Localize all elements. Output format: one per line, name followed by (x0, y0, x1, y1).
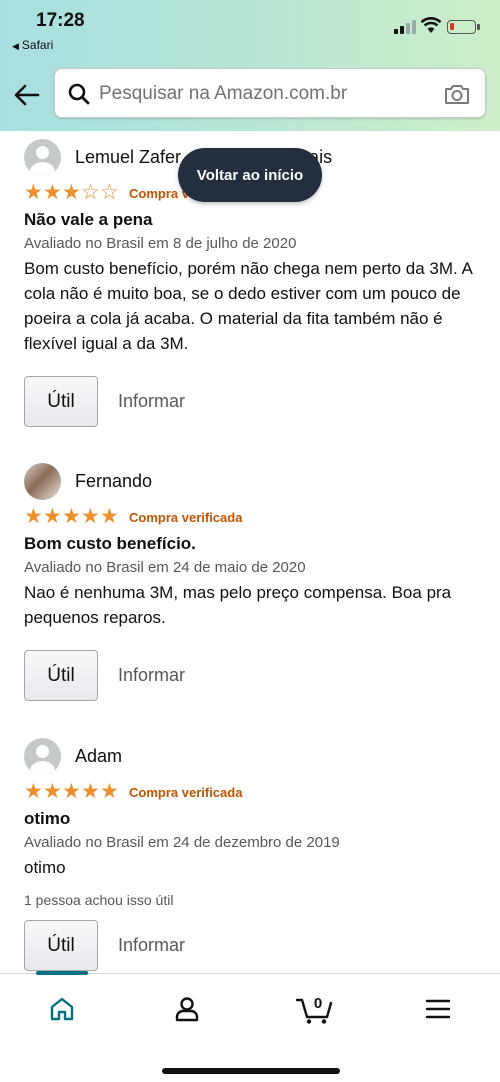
menu-icon (425, 999, 451, 1019)
back-to-top-button[interactable]: Voltar ao início (178, 148, 322, 202)
star-rating: ★ ★ ★ ☆ ☆ (24, 181, 119, 204)
rating-row: ★ ★ ★ ★ ★ Compra verificada (24, 781, 480, 803)
helpful-count: 1 pessoa achou isso útil (24, 892, 174, 908)
review-item: Adam ★ ★ ★ ★ ★ Compra verificada otimo A… (24, 737, 480, 971)
star-empty-icon: ☆ (81, 181, 100, 204)
star-filled-icon: ★ (24, 505, 43, 528)
review-title: Bom custo benefício. (24, 534, 196, 553)
star-empty-icon: ☆ (100, 181, 119, 204)
helpful-button[interactable]: Útil (24, 376, 98, 427)
active-tab-indicator (36, 971, 88, 975)
back-to-safari[interactable]: ◀ Safari (12, 38, 53, 52)
star-filled-icon: ★ (100, 780, 119, 803)
nav-menu[interactable] (418, 992, 458, 1026)
star-filled-icon: ★ (62, 780, 81, 803)
star-filled-icon: ★ (62, 181, 81, 204)
star-filled-icon: ★ (100, 505, 119, 528)
star-filled-icon: ★ (24, 780, 43, 803)
review-author: Fernando (24, 462, 480, 500)
nav-account[interactable] (167, 992, 207, 1026)
review-actions: Útil Informar (24, 650, 480, 701)
author-name: Adam (75, 745, 123, 766)
back-triangle-icon: ◀ (12, 41, 19, 51)
review-title: Não vale a pena (24, 210, 153, 229)
nav-cart[interactable]: 0 (292, 992, 338, 1026)
nav-home[interactable] (42, 992, 82, 1026)
verified-badge: Compra v (129, 185, 189, 201)
review-title: otimo (24, 809, 71, 828)
top-header: 17:28 ◀ Safari Pesquisar na Amazon.com.br (0, 0, 500, 131)
star-filled-icon: ★ (81, 505, 100, 528)
report-link[interactable]: Informar (118, 665, 185, 686)
review-date: Avaliado no Brasil em 24 de maio de 2020 (24, 559, 306, 576)
search-bar[interactable]: Pesquisar na Amazon.com.br (54, 68, 486, 118)
home-indicator (162, 1068, 340, 1074)
author-name: Fernando (75, 470, 153, 491)
review-body: Nao é nenhuma 3M, mas pelo preço compens… (24, 583, 452, 627)
review-actions: Útil Informar (24, 376, 480, 427)
back-arrow-icon[interactable] (12, 80, 42, 110)
avatar (24, 462, 61, 500)
star-filled-icon: ★ (62, 505, 81, 528)
bottom-nav: 0 (0, 971, 500, 1082)
star-filled-icon: ★ (81, 780, 100, 803)
helpful-button[interactable]: Útil (24, 650, 98, 701)
review-date: Avaliado no Brasil em 24 de dezembro de … (24, 834, 340, 851)
status-time: 17:28 (36, 10, 85, 31)
report-link[interactable]: Informar (118, 391, 185, 412)
rating-row: ★ ★ ★ ★ ★ Compra verificada (24, 506, 480, 528)
cart-count: 0 (314, 995, 322, 1012)
star-rating: ★ ★ ★ ★ ★ (24, 505, 119, 528)
avatar (24, 138, 61, 176)
star-rating: ★ ★ ★ ★ ★ (24, 780, 119, 803)
account-icon (175, 997, 199, 1022)
search-icon (68, 83, 90, 105)
avatar (24, 737, 61, 775)
review-body: otimo (24, 858, 66, 877)
star-filled-icon: ★ (43, 505, 62, 528)
home-icon (50, 997, 74, 1021)
star-filled-icon: ★ (43, 780, 62, 803)
wifi-icon (420, 17, 442, 33)
verified-badge: Compra verificada (129, 509, 243, 525)
back-app-label: Safari (21, 38, 54, 52)
star-filled-icon: ★ (24, 181, 43, 204)
review-body: Bom custo benefício, porém não chega nem… (24, 259, 472, 353)
search-input[interactable]: Pesquisar na Amazon.com.br (99, 83, 347, 105)
battery-icon (447, 20, 480, 34)
helpful-button[interactable]: Útil (24, 920, 98, 971)
camera-icon[interactable] (443, 82, 471, 106)
star-filled-icon: ★ (43, 181, 62, 204)
report-link[interactable]: Informar (118, 935, 185, 956)
review-author: Adam (24, 737, 480, 775)
review-actions: Útil Informar (24, 920, 480, 971)
verified-badge: Compra verificada (129, 784, 243, 800)
cart-icon: 0 (295, 995, 333, 1024)
review-date: Avaliado no Brasil em 8 de julho de 2020 (24, 235, 297, 252)
author-name: Lemuel Zafer (75, 146, 182, 167)
review-item: Fernando ★ ★ ★ ★ ★ Compra verificada Bom… (24, 462, 480, 701)
cellular-signal-icon (394, 20, 416, 34)
